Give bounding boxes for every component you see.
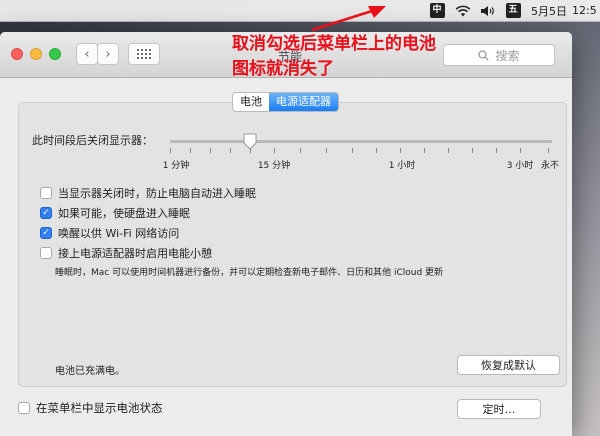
wubi-icon: 五 [505,3,521,18]
checkmark-icon: ✓ [42,227,50,238]
prevent-sleep-checkbox[interactable] [40,187,52,199]
schedule-button[interactable]: 定时… [457,399,541,419]
volume-menu[interactable] [476,0,500,22]
close-button[interactable] [11,48,23,60]
disk-sleep-checkbox[interactable]: ✓ [40,207,52,219]
chevron-left-icon: ‹ [84,46,90,62]
power-nap-label: 接上电源适配器时启用电能小憩 [58,247,212,260]
power-nap-option[interactable]: 接上电源适配器时启用电能小憩 [40,245,212,261]
tick-label-3hr: 3 小时 [506,161,534,171]
slider-tick [230,148,231,153]
input-method-icon: 中 [429,3,445,18]
checkmark-icon: ✓ [42,207,50,218]
menubar-time[interactable]: 12:5 [572,0,597,22]
slider-tick [376,148,377,153]
slider-tick [496,148,497,153]
input-method-menu[interactable]: 中 [424,0,450,22]
tick-label-1min: 1 分钟 [162,161,190,171]
chevron-right-icon: › [105,46,111,62]
tab-power-adapter[interactable]: 电源适配器 [269,93,338,111]
tick-label-15min: 15 分钟 [257,161,291,171]
disk-sleep-label: 如果可能，使硬盘进入睡眠 [58,207,190,220]
display-sleep-slider[interactable] [170,140,552,143]
power-source-tabs: 电池 电源适配器 [232,92,339,112]
tick-label-never: 永不 [540,161,560,171]
search-input[interactable]: 搜索 [443,44,555,66]
forward-button[interactable]: › [97,43,119,65]
wifi-menu[interactable] [450,0,476,22]
disk-sleep-option[interactable]: ✓ 如果可能，使硬盘进入睡眠 [40,205,190,221]
prevent-sleep-option[interactable]: 当显示器关闭时，防止电脑自动进入睡眠 [40,185,256,201]
volume-icon [481,5,494,16]
energy-saver-window: ‹ › 节能 搜索 电池 电源适配器 此时间段后关闭显示器： 1 分钟 15 分… [0,32,572,436]
power-nap-note: 睡眠时，Mac 可以使用时间机器进行备份，并可以定期检查新电子邮件、日历和其他 … [55,268,444,278]
menubar-date[interactable]: 5月5日 [526,0,572,22]
slider-tick [548,148,549,153]
zoom-button[interactable] [49,48,61,60]
search-placeholder: 搜索 [495,48,520,63]
wifi-wake-checkbox[interactable]: ✓ [40,227,52,239]
slider-tick [210,148,211,153]
slider-tick [326,148,327,153]
back-button[interactable]: ‹ [76,43,98,65]
restore-defaults-button[interactable]: 恢复成默认 [457,355,560,375]
power-nap-checkbox[interactable] [40,247,52,259]
show-battery-label: 在菜单栏中显示电池状态 [36,401,163,415]
wifi-wake-label: 唤醒以供 Wi-Fi 网络访问 [58,227,180,240]
slider-tick [520,148,521,153]
slider-tick [448,148,449,153]
slider-tick [274,148,275,153]
prevent-sleep-label: 当显示器关闭时，防止电脑自动进入睡眠 [58,187,256,200]
battery-status-text: 电池已充满电。 [55,366,125,377]
slider-tick [190,148,191,153]
search-icon [478,49,490,61]
slider-tick [424,148,425,153]
tick-label-1hr: 1 小时 [388,161,416,171]
slider-tick [170,148,171,153]
annotation-text: 取消勾选后菜单栏上的电池图标就消失了 [232,34,436,79]
slider-tick [352,148,353,153]
slider-tick [400,148,401,153]
slider-tick [472,148,473,153]
grid-icon [137,49,151,59]
show-all-button[interactable] [128,43,160,65]
show-battery-checkbox[interactable] [18,402,30,414]
display-off-label: 此时间段后关闭显示器： [32,134,153,147]
minimize-button[interactable] [30,48,42,60]
show-battery-option[interactable]: 在菜单栏中显示电池状态 [18,400,163,416]
slider-tick [300,148,301,153]
wifi-icon [455,5,471,16]
tab-battery[interactable]: 电池 [233,93,269,111]
wifi-wake-option[interactable]: ✓ 唤醒以供 Wi-Fi 网络访问 [40,225,179,241]
slider-tick [250,148,251,153]
menu-bar: 中 五 5月5日 12:5 [0,0,600,22]
wubi-input-menu[interactable]: 五 [500,0,526,22]
